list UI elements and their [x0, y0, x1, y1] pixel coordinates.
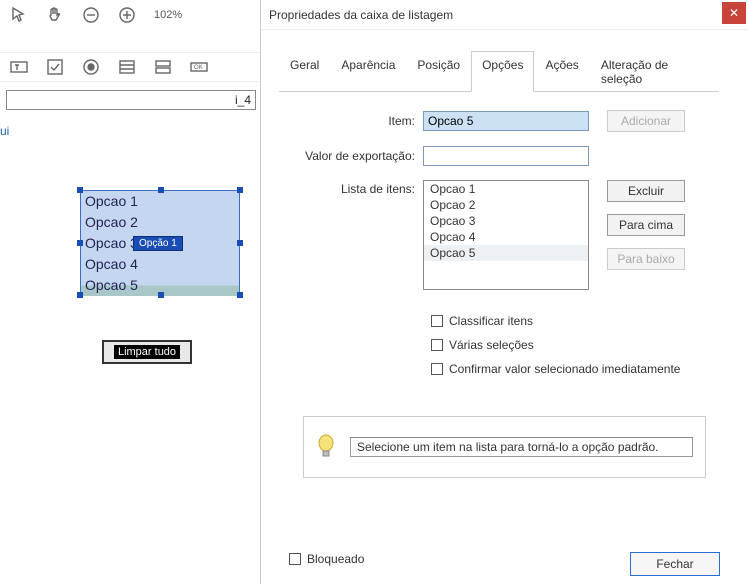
- list-item[interactable]: Opcao 4: [424, 229, 588, 245]
- zoom-level: 102%: [154, 9, 182, 21]
- move-up-button[interactable]: Para cima: [607, 214, 685, 236]
- dialog-title: Propriedades da caixa de listagem: [269, 8, 453, 22]
- items-listbox[interactable]: Opcao 1 Opcao 2 Opcao 3 Opcao 4 Opcao 5: [423, 180, 589, 290]
- resize-handle[interactable]: [237, 292, 243, 298]
- list-item[interactable]: Opcao 1: [424, 181, 588, 197]
- tab-appearance[interactable]: Aparência: [330, 51, 406, 92]
- options-panel: Item: Adicionar Valor de exportação: Lis…: [261, 92, 748, 478]
- text-field-icon[interactable]: [10, 58, 28, 76]
- selection-tooltip: Opção 1: [133, 236, 183, 251]
- lightbulb-icon: [316, 434, 336, 460]
- listbox-icon[interactable]: [118, 58, 136, 76]
- tab-strip: Geral Aparência Posição Opções Ações Alt…: [279, 50, 719, 92]
- commit-immediately-label: Confirmar valor selecionado imediatament…: [449, 362, 680, 376]
- tab-general[interactable]: Geral: [279, 51, 330, 92]
- field-name-bar[interactable]: i_4: [6, 90, 256, 110]
- export-label: Valor de exportação:: [283, 149, 423, 163]
- list-label: Lista de itens:: [283, 180, 423, 196]
- zoom-out-icon[interactable]: [82, 6, 100, 24]
- resize-handle[interactable]: [237, 187, 243, 193]
- pointer-icon[interactable]: [10, 6, 28, 24]
- dialog-titlebar[interactable]: Propriedades da caixa de listagem ✕: [261, 0, 748, 30]
- dialog-footer: Bloqueado Fechar: [261, 552, 748, 576]
- options-checkboxes: Classificar itens Várias seleções Confir…: [431, 314, 726, 376]
- resize-handle[interactable]: [77, 292, 83, 298]
- hint-panel: Selecione um item na lista para torná-lo…: [303, 416, 706, 478]
- resize-handle[interactable]: [158, 292, 164, 298]
- clear-all-label: Limpar tudo: [114, 345, 180, 359]
- export-value-input[interactable]: [423, 146, 589, 166]
- tab-actions[interactable]: Ações: [534, 51, 589, 92]
- canvas-listbox[interactable]: Opcao 1 Opcao 2 Opcao 3 Opcao 4 Opcao 5 …: [80, 190, 240, 295]
- add-button[interactable]: Adicionar: [607, 110, 685, 132]
- checkbox-icon[interactable]: [46, 58, 64, 76]
- resize-handle[interactable]: [77, 187, 83, 193]
- button-icon[interactable]: OK: [190, 58, 208, 76]
- checkbox-icon: [289, 553, 301, 565]
- close-button[interactable]: Fechar: [630, 552, 720, 576]
- list-item[interactable]: Opcao 2: [424, 197, 588, 213]
- tab-options[interactable]: Opções: [471, 51, 534, 92]
- list-item: Opcao 4: [81, 254, 239, 275]
- zoom-in-icon[interactable]: [118, 6, 136, 24]
- move-down-button[interactable]: Para baixo: [607, 248, 685, 270]
- resize-handle[interactable]: [158, 187, 164, 193]
- side-label: ui: [0, 124, 9, 138]
- hint-text: Selecione um item na lista para torná-lo…: [350, 437, 693, 457]
- locked-label: Bloqueado: [307, 552, 364, 566]
- listbox-properties-dialog: Propriedades da caixa de listagem ✕ Gera…: [260, 0, 748, 584]
- svg-text:OK: OK: [194, 65, 203, 71]
- resize-handle[interactable]: [77, 240, 83, 246]
- list-item[interactable]: Opcao 5: [424, 245, 588, 261]
- combobox-icon[interactable]: [154, 58, 172, 76]
- tab-selection-change[interactable]: Alteração de seleção: [590, 51, 719, 92]
- hand-icon[interactable]: [46, 6, 64, 24]
- resize-handle[interactable]: [237, 240, 243, 246]
- tab-position[interactable]: Posição: [406, 51, 471, 92]
- list-item: Opcao 1: [81, 191, 239, 212]
- checkbox-icon: [431, 363, 443, 375]
- sort-items-checkbox[interactable]: Classificar itens: [431, 314, 726, 328]
- delete-button[interactable]: Excluir: [607, 180, 685, 202]
- main-toolbar: 102%: [0, 0, 260, 30]
- commit-immediately-checkbox[interactable]: Confirmar valor selecionado imediatament…: [431, 362, 726, 376]
- locked-checkbox[interactable]: Bloqueado: [289, 552, 364, 566]
- multi-select-label: Várias seleções: [449, 338, 534, 352]
- list-item: Opcao 2: [81, 212, 239, 233]
- field-name-text: i_4: [235, 93, 251, 107]
- multi-select-checkbox[interactable]: Várias seleções: [431, 338, 726, 352]
- checkbox-icon: [431, 315, 443, 327]
- item-input[interactable]: [423, 111, 589, 131]
- forms-toolbar: OK: [0, 52, 260, 82]
- clear-all-button[interactable]: Limpar tudo: [102, 340, 192, 364]
- radio-icon[interactable]: [82, 58, 100, 76]
- close-icon[interactable]: ✕: [722, 2, 746, 24]
- item-label: Item:: [283, 114, 423, 128]
- checkbox-icon: [431, 339, 443, 351]
- list-item[interactable]: Opcao 3: [424, 213, 588, 229]
- sort-items-label: Classificar itens: [449, 314, 533, 328]
